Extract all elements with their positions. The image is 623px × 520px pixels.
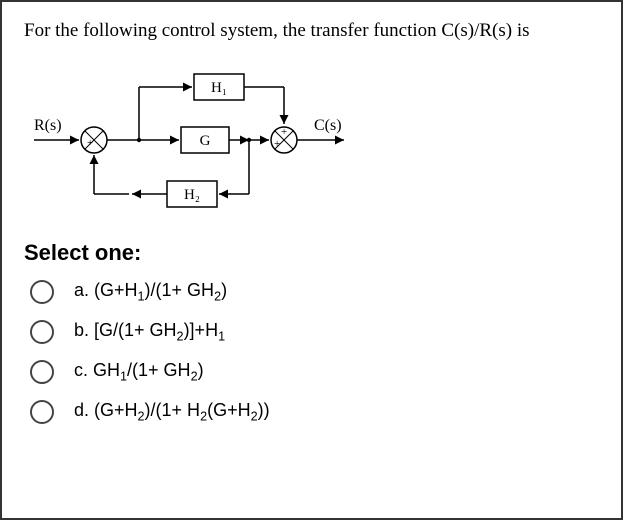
option-c-text: c. GH1/(1+ GH2) <box>74 360 204 384</box>
svg-text:+: + <box>274 138 280 150</box>
option-b-text: b. [G/(1+ GH2)]+H1 <box>74 320 225 344</box>
block-h2-label: H₂ <box>184 187 200 203</box>
block-diagram: R(s) + - H₁ G + + C( <box>24 52 404 222</box>
radio-icon[interactable] <box>30 280 54 304</box>
options-list: a. (G+H1)/(1+ GH2) b. [G/(1+ GH2)]+H1 c.… <box>30 280 599 424</box>
option-b[interactable]: b. [G/(1+ GH2)]+H1 <box>30 320 599 344</box>
radio-icon[interactable] <box>30 320 54 344</box>
input-label: R(s) <box>34 117 62 134</box>
option-a-text: a. (G+H1)/(1+ GH2) <box>74 280 227 304</box>
question-card: For the following control system, the tr… <box>0 0 623 520</box>
block-h1-label: H₁ <box>211 80 227 96</box>
block-g-label: G <box>200 133 211 149</box>
option-a[interactable]: a. (G+H1)/(1+ GH2) <box>30 280 599 304</box>
svg-text:+: + <box>281 126 287 138</box>
select-one-label: Select one: <box>24 240 599 266</box>
question-text: For the following control system, the tr… <box>24 20 599 42</box>
option-d[interactable]: d. (G+H2)/(1+ H2(G+H2)) <box>30 400 599 424</box>
output-label: C(s) <box>314 117 342 134</box>
radio-icon[interactable] <box>30 400 54 424</box>
radio-icon[interactable] <box>30 360 54 384</box>
option-d-text: d. (G+H2)/(1+ H2(G+H2)) <box>74 400 270 424</box>
option-c[interactable]: c. GH1/(1+ GH2) <box>30 360 599 384</box>
